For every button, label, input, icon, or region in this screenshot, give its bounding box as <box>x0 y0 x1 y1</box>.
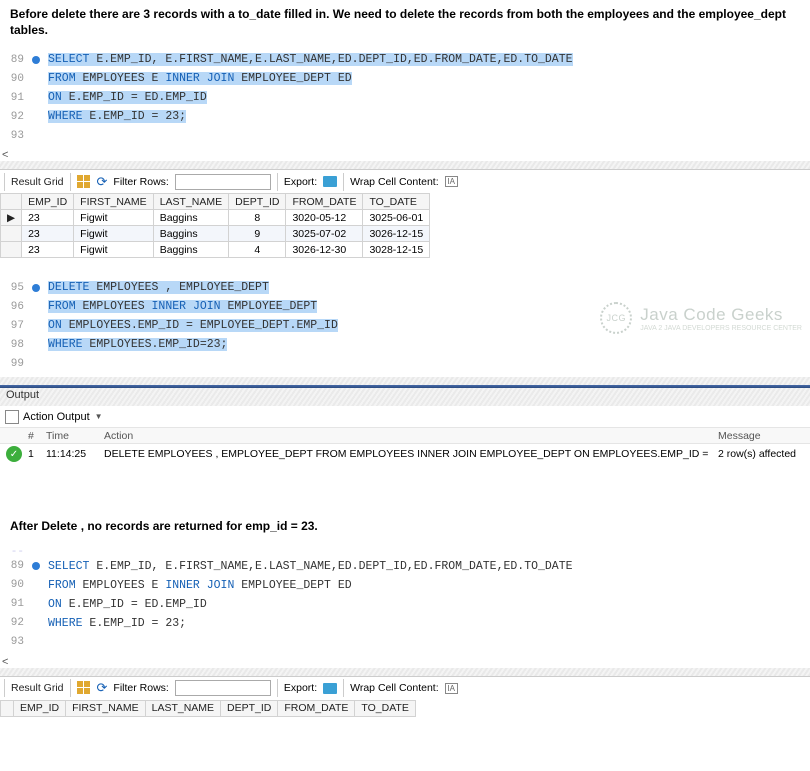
filter-label: Filter Rows: <box>113 176 168 188</box>
filter-input[interactable] <box>175 680 271 696</box>
grid-icon[interactable] <box>77 175 91 189</box>
line-number: 96 <box>6 301 28 313</box>
export-icon[interactable] <box>323 683 337 694</box>
result-grid-label: Result Grid <box>11 176 64 188</box>
line-number: 90 <box>6 73 28 85</box>
table-row: 23FigwitBaggins93025-07-023026-12-15 <box>1 226 430 242</box>
line-number: 93 <box>6 130 28 142</box>
table-row: ▶23FigwitBaggins83020-05-123025-06-01 <box>1 210 430 226</box>
line-number: 91 <box>6 598 28 610</box>
table-header: EMP_IDFIRST_NAMELAST_NAMEDEPT_IDFROM_DAT… <box>1 700 416 716</box>
windows-icon[interactable] <box>6 411 18 423</box>
success-icon: ✓ <box>6 446 22 462</box>
refresh-icon[interactable]: ⟳ <box>97 174 108 190</box>
result-toolbar-2: Result Grid ⟳ Filter Rows: Export: Wrap … <box>0 676 810 700</box>
result-grid-1[interactable]: EMP_IDFIRST_NAMELAST_NAMEDEPT_IDFROM_DAT… <box>0 193 430 258</box>
result-toolbar: Result Grid ⟳ Filter Rows: Export: Wrap … <box>0 169 810 193</box>
log-row[interactable]: ✓ 1 11:14:25 DELETE EMPLOYEES , EMPLOYEE… <box>0 444 810 464</box>
line-number: 98 <box>6 339 28 351</box>
line-number: 99 <box>6 358 28 370</box>
line-number: 91 <box>6 92 28 104</box>
watermark: JCG Java Code GeeksJAVA 2 JAVA DEVELOPER… <box>600 302 802 334</box>
output-panel-header: Output <box>0 388 810 406</box>
caption-after: After Delete , no records are returned f… <box>0 512 810 542</box>
breakpoint-icon[interactable] <box>32 284 40 292</box>
wrap-icon[interactable]: IA <box>445 176 458 187</box>
breakpoint-icon[interactable] <box>32 56 40 64</box>
breakpoint-icon[interactable] <box>32 562 40 570</box>
scroll-left[interactable]: < <box>0 656 810 668</box>
line-number: 97 <box>6 320 28 332</box>
table-header: EMP_IDFIRST_NAMELAST_NAMEDEPT_IDFROM_DAT… <box>1 194 430 210</box>
result-grid-2[interactable]: EMP_IDFIRST_NAMELAST_NAMEDEPT_IDFROM_DAT… <box>0 700 416 717</box>
wrap-label: Wrap Cell Content: <box>350 176 439 188</box>
line-number: 93 <box>6 636 28 648</box>
refresh-icon[interactable]: ⟳ <box>97 680 108 696</box>
line-number: 89 <box>6 54 28 66</box>
log-header: # Time Action Message <box>0 428 810 444</box>
table-row: 23FigwitBaggins43026-12-303028-12-15 <box>1 242 430 258</box>
grid-icon[interactable] <box>77 681 91 695</box>
line-number: 89 <box>6 560 28 572</box>
sql-editor-1[interactable]: 89SELECT E.EMP_ID, E.FIRST_NAME,E.LAST_N… <box>0 46 810 149</box>
action-output-label[interactable]: Action Output <box>23 411 90 423</box>
scroll-left[interactable]: < <box>0 149 810 161</box>
sql-editor-3[interactable]: -- 89SELECT E.EMP_ID, E.FIRST_NAME,E.LAS… <box>0 543 810 656</box>
line-number: 90 <box>6 579 28 591</box>
line-number: 95 <box>6 282 28 294</box>
export-icon[interactable] <box>323 176 337 187</box>
action-output-bar: Action Output ▼ <box>0 406 810 428</box>
dropdown-icon[interactable]: ▼ <box>95 412 103 421</box>
wrap-icon[interactable]: IA <box>445 683 458 694</box>
caption-before: Before delete there are 3 records with a… <box>0 0 810 46</box>
export-label: Export: <box>284 176 317 188</box>
line-number: 92 <box>6 111 28 123</box>
filter-input[interactable] <box>175 174 271 190</box>
line-number: 92 <box>6 617 28 629</box>
